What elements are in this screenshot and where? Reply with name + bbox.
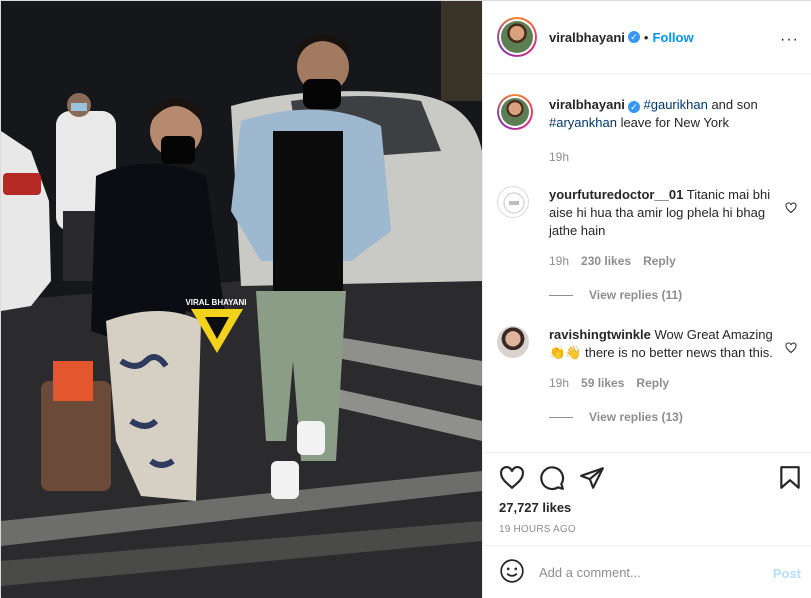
- comment-input[interactable]: [539, 564, 759, 580]
- hashtag-gaurikhan[interactable]: #gaurikhan: [644, 97, 708, 112]
- comment-meta: 19h 230 likes Reply: [549, 252, 777, 270]
- likes-count[interactable]: 27,727 likes: [499, 500, 571, 515]
- more-options-icon[interactable]: ···: [780, 31, 799, 49]
- caption-text: viralbhayani ✓ #gaurikhan and son #aryank…: [549, 96, 777, 166]
- post-caption: viralbhayani ✓ #gaurikhan and son #aryank…: [497, 94, 797, 176]
- verified-badge-icon: ✓: [627, 31, 640, 43]
- comment-time[interactable]: 19h: [549, 254, 569, 268]
- hashtag-aryankhan[interactable]: #aryankhan: [549, 115, 617, 130]
- comment-likes[interactable]: 230 likes: [581, 254, 631, 268]
- save-bookmark-icon[interactable]: [777, 465, 803, 491]
- comment-username[interactable]: yourfuturedoctor__01: [549, 187, 683, 202]
- verified-badge-icon: ✓: [627, 101, 640, 113]
- author-avatar[interactable]: [497, 17, 537, 57]
- comment-bubble-icon[interactable]: [539, 465, 565, 491]
- view-replies-label[interactable]: View replies (13): [589, 408, 683, 426]
- comment-body: yourfuturedoctor__01 Titanic mai bhi ais…: [549, 186, 777, 304]
- post-comment-button[interactable]: Post: [773, 566, 801, 581]
- comment-like-heart-icon[interactable]: [785, 202, 797, 217]
- post-side-panel: viralbhayani ✓ • Follow ··· viralbhayani…: [482, 1, 811, 598]
- commenter-avatar[interactable]: [497, 186, 529, 218]
- post-photo[interactable]: VIRAL BHAYANI: [1, 1, 482, 598]
- view-replies-label[interactable]: View replies (11): [589, 286, 682, 304]
- comment-item: yourfuturedoctor__01 Titanic mai bhi ais…: [497, 186, 797, 316]
- post-timestamp[interactable]: 19 HOURS AGO: [499, 524, 576, 535]
- comments-list[interactable]: viralbhayani ✓ #gaurikhan and son #aryank…: [483, 74, 811, 452]
- reply-button[interactable]: Reply: [643, 254, 676, 268]
- comment-body: ravishingtwinkle Wow Great Amazing 👏👋 th…: [549, 326, 777, 426]
- replies-divider: [549, 416, 573, 418]
- photo-illustration: VIRAL BHAYANI: [1, 1, 482, 598]
- commenter-avatar[interactable]: [497, 326, 529, 358]
- author-username[interactable]: viralbhayani: [549, 30, 625, 45]
- post-actions: 27,727 likes 19 HOURS AGO: [483, 452, 811, 545]
- comment-item: ravishingtwinkle Wow Great Amazing 👏👋 th…: [497, 326, 797, 452]
- comment-time[interactable]: 19h: [549, 376, 569, 390]
- like-heart-icon[interactable]: [499, 465, 525, 491]
- share-send-icon[interactable]: [579, 465, 605, 491]
- comment-likes[interactable]: 59 likes: [581, 376, 624, 390]
- caption-username[interactable]: viralbhayani: [549, 97, 625, 112]
- comment-like-heart-icon[interactable]: [785, 342, 797, 357]
- view-replies-button[interactable]: View replies (13): [497, 408, 777, 426]
- emoji-icon[interactable]: [499, 558, 525, 587]
- watermark-text: VIRAL BHAYANI: [185, 298, 246, 307]
- reply-button[interactable]: Reply: [636, 376, 669, 390]
- comment-username[interactable]: ravishingtwinkle: [549, 327, 651, 342]
- separator-dot: •: [643, 29, 649, 45]
- caption-text-part: leave for New York: [616, 115, 729, 130]
- replies-divider: [549, 294, 573, 296]
- add-comment-bar: Post: [483, 545, 811, 598]
- post-header: viralbhayani ✓ • Follow ···: [483, 1, 811, 74]
- view-replies-button[interactable]: View replies (11): [497, 286, 777, 304]
- comment-meta: 19h 59 likes Reply: [549, 374, 777, 392]
- author-info: viralbhayani ✓ • Follow: [549, 30, 694, 45]
- caption-time[interactable]: 19h: [549, 148, 777, 166]
- post-modal: VIRAL BHAYANI viralbhayani ✓ • Follow ··…: [0, 0, 811, 598]
- caption-text-part: and son: [707, 97, 758, 112]
- follow-button[interactable]: Follow: [652, 30, 693, 45]
- caption-avatar[interactable]: [497, 94, 533, 130]
